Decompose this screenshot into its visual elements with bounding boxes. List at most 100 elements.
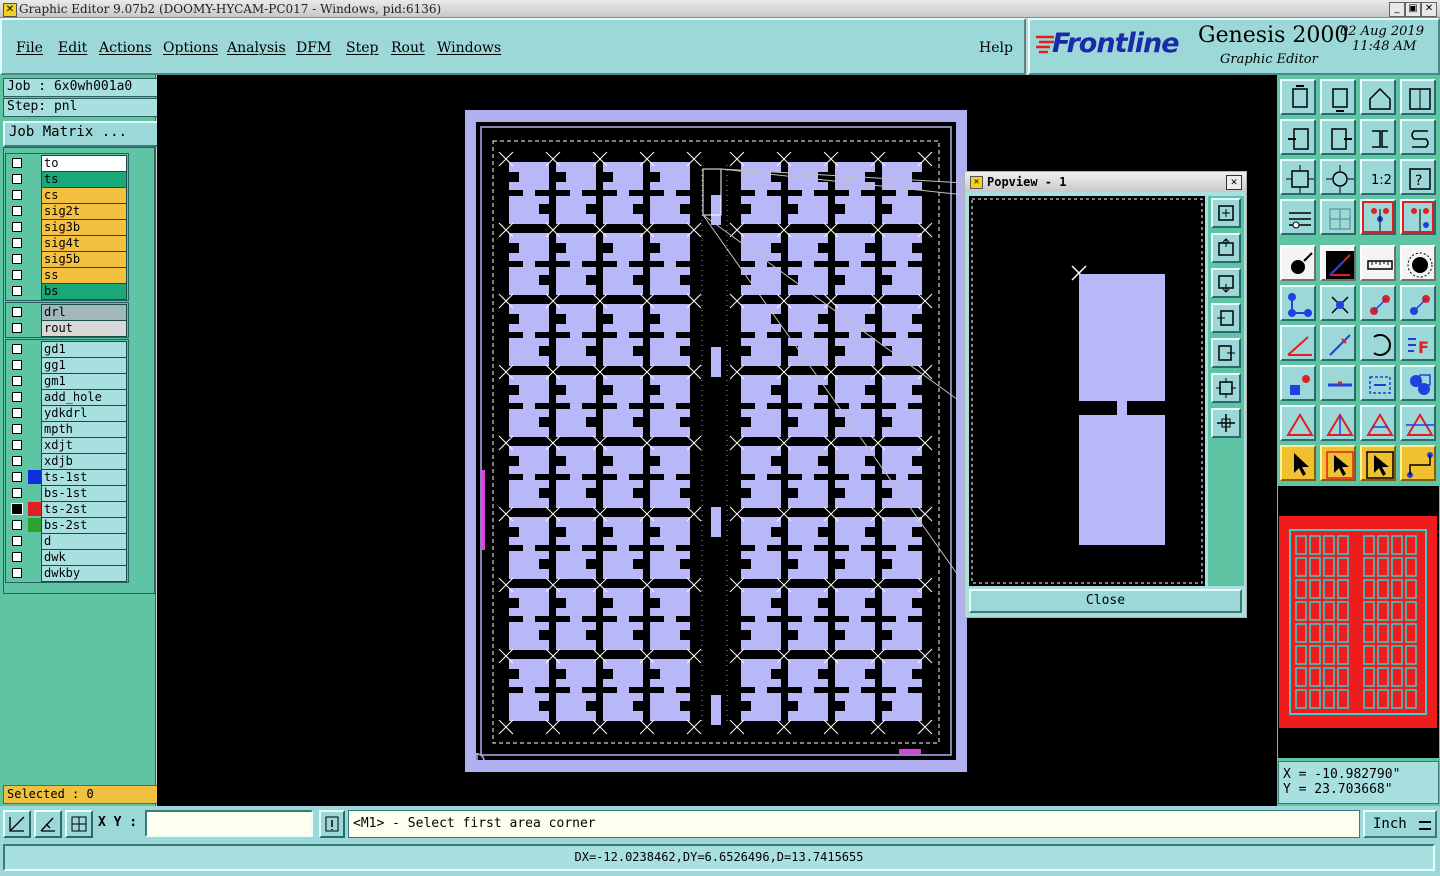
layer-name[interactable]: sig3b <box>41 219 127 236</box>
layer-name[interactable]: mpth <box>41 421 127 438</box>
menu-analysis[interactable]: Analysis <box>227 40 286 56</box>
grid-button[interactable] <box>1320 199 1356 235</box>
layer-checkbox[interactable] <box>12 360 22 370</box>
layer-checkbox[interactable] <box>12 238 22 248</box>
layer-checkbox[interactable] <box>12 254 22 264</box>
layer-name[interactable]: sig5b <box>41 251 127 268</box>
layer-row-d[interactable]: d <box>6 533 127 550</box>
info-button[interactable] <box>319 810 345 838</box>
layer-checkbox[interactable] <box>12 190 22 200</box>
layer-checkbox[interactable] <box>12 488 22 498</box>
line-button[interactable] <box>1320 325 1356 361</box>
pointer-select-button[interactable] <box>1360 445 1396 481</box>
layer-checkbox[interactable] <box>12 307 22 317</box>
zoom-fit-button[interactable] <box>1280 159 1316 195</box>
popview-close-button[interactable]: Close <box>969 589 1242 613</box>
layer-checkbox[interactable] <box>12 344 22 354</box>
layer-name[interactable]: ts-2st <box>41 501 127 518</box>
help-query-button[interactable]: ? <box>1400 159 1436 195</box>
text-frontline-button[interactable]: F <box>1400 325 1436 361</box>
triangle-c-button[interactable] <box>1400 405 1436 441</box>
filter-button[interactable] <box>1280 199 1316 235</box>
layer-row-sig3b[interactable]: sig3b <box>6 219 127 236</box>
popview-zoom-in-button[interactable] <box>1211 198 1241 228</box>
unit-selector[interactable]: Inch <box>1363 810 1437 838</box>
layer-row-sig5b[interactable]: sig5b <box>6 251 127 268</box>
layer-row-ts[interactable]: ts <box>6 171 127 188</box>
triangle-a-button[interactable] <box>1320 405 1356 441</box>
layer-checkbox[interactable] <box>12 323 22 333</box>
layer-checkbox[interactable] <box>12 206 22 216</box>
window-fit-button[interactable] <box>1400 79 1436 115</box>
menu-windows[interactable]: Windows <box>437 40 501 56</box>
cross-pad-button[interactable] <box>1320 285 1356 321</box>
move-pad-button[interactable] <box>1400 285 1436 321</box>
layer-name[interactable]: dwk <box>41 549 127 566</box>
layer-row-ydkdrl[interactable]: ydkdrl <box>6 405 127 422</box>
popview-pan-left-button[interactable] <box>1211 303 1241 333</box>
layer-name[interactable]: dwkby <box>41 565 127 582</box>
layer-name[interactable]: rout <box>41 320 127 337</box>
layer-row-sig4t[interactable]: sig4t <box>6 235 127 252</box>
layer-row-rout[interactable]: rout <box>6 320 127 337</box>
maximize-button[interactable]: ▣ <box>1405 2 1421 17</box>
layers-red-button[interactable] <box>1360 199 1396 235</box>
layer-name[interactable]: sig4t <box>41 235 127 252</box>
layer-row-gm1[interactable]: gm1 <box>6 373 127 390</box>
layer-row-ts-2st[interactable]: ts-2st <box>6 501 127 518</box>
angle-button[interactable] <box>1280 325 1316 361</box>
ruler-button[interactable] <box>1360 245 1396 281</box>
layer-row-to[interactable]: to <box>6 155 127 172</box>
menu-file[interactable]: File <box>16 40 43 56</box>
layer-checkbox[interactable] <box>12 392 22 402</box>
layer-row-ss[interactable]: ss <box>6 267 127 284</box>
add-pad-button[interactable] <box>1360 285 1396 321</box>
pan-right-button[interactable] <box>1320 119 1356 155</box>
layer-checkbox[interactable] <box>12 424 22 434</box>
pointer-route-button[interactable] <box>1400 445 1436 481</box>
layer-name[interactable]: ss <box>41 267 127 284</box>
layer-checkbox[interactable] <box>12 376 22 386</box>
layer-row-bs-1st[interactable]: bs-1st <box>6 485 127 502</box>
home-bottom-button[interactable] <box>1320 79 1356 115</box>
popview-fit-button[interactable] <box>1211 373 1241 403</box>
feature-select-button[interactable] <box>1280 245 1316 281</box>
layer-row-cs[interactable]: cs <box>6 187 127 204</box>
pointer-box-button[interactable] <box>1320 445 1356 481</box>
popview-viewport[interactable] <box>969 196 1205 586</box>
layer-checkbox[interactable] <box>12 158 22 168</box>
popview-pan-up-button[interactable] <box>1211 233 1241 263</box>
layer-row-dwkby[interactable]: dwkby <box>6 565 127 582</box>
layers-red-2-button[interactable] <box>1400 199 1436 235</box>
layer-checkbox[interactable] <box>12 552 22 562</box>
layer-name[interactable]: bs-1st <box>41 485 127 502</box>
arc-button[interactable] <box>1360 325 1396 361</box>
layer-checkbox[interactable] <box>12 174 22 184</box>
layer-name[interactable]: xdjb <box>41 453 127 470</box>
menu-dfm[interactable]: DFM <box>296 40 331 56</box>
layer-name[interactable]: gm1 <box>41 373 127 390</box>
layer-name[interactable]: xdjt <box>41 437 127 454</box>
layer-row-mpth[interactable]: mpth <box>6 421 127 438</box>
scale-1-2-button[interactable]: 1:2 <box>1360 159 1396 195</box>
layer-row-xdjb[interactable]: xdjb <box>6 453 127 470</box>
pointer-button[interactable] <box>1280 445 1316 481</box>
minimize-button[interactable]: _ <box>1389 2 1405 17</box>
layer-row-xdjt[interactable]: xdjt <box>6 437 127 454</box>
zoom-center-button[interactable] <box>1320 159 1356 195</box>
layer-name[interactable]: d <box>41 533 127 550</box>
layer-checkbox[interactable] <box>12 520 22 530</box>
home-top-button[interactable] <box>1280 79 1316 115</box>
layer-name[interactable]: drl <box>41 304 127 321</box>
menu-help[interactable]: Help <box>979 40 1013 56</box>
layer-checkbox[interactable] <box>12 408 22 418</box>
layer-name[interactable]: ts <box>41 171 127 188</box>
xy-input[interactable] <box>145 810 313 837</box>
layer-name[interactable]: bs <box>41 283 127 300</box>
menu-actions[interactable]: Actions <box>99 40 152 56</box>
copy-pad-button[interactable] <box>1280 365 1316 401</box>
measure-angle-button[interactable] <box>34 810 62 838</box>
minimap[interactable] <box>1278 486 1439 758</box>
popview-pan-right-button[interactable] <box>1211 338 1241 368</box>
popview-title-bar[interactable]: ✕ Popview - 1 ✕ <box>965 172 1246 192</box>
